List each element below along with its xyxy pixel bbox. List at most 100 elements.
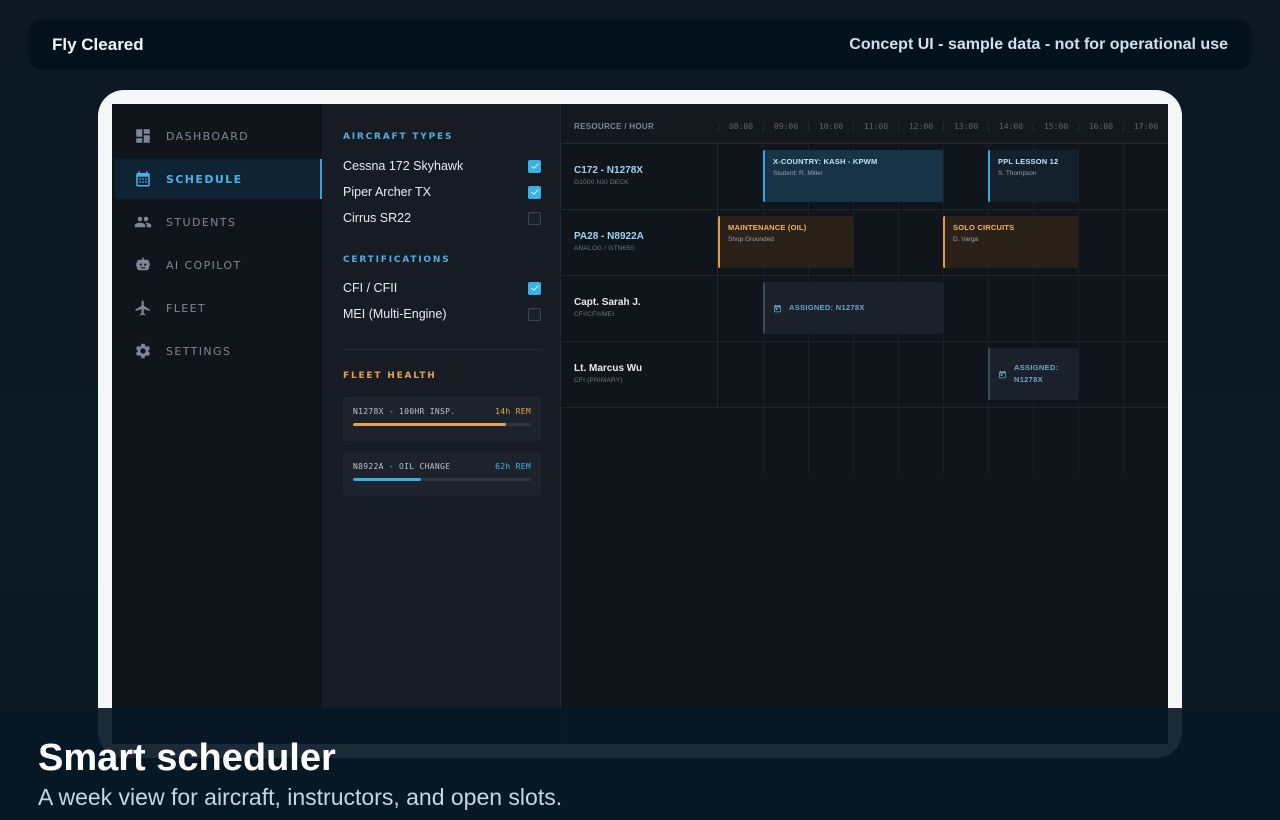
schedule-event[interactable]: PPL LESSON 12 S. Thompson bbox=[988, 150, 1078, 202]
hour-label: 13:00 bbox=[943, 122, 988, 132]
hour-label: 12:00 bbox=[898, 122, 943, 132]
certifications-heading: CERTIFICATIONS bbox=[343, 255, 451, 265]
filter-label: MEI (Multi-Engine) bbox=[343, 307, 447, 321]
health-progress-fill bbox=[353, 478, 421, 481]
event-detail: S. Thompson bbox=[998, 170, 1037, 177]
sidebar-item-schedule[interactable]: SCHEDULE bbox=[115, 159, 322, 199]
checkbox-unchecked[interactable] bbox=[528, 211, 541, 225]
schedule-row: PA28 - N8922A ANALOG / GTN650 MAINTENANC… bbox=[562, 210, 1168, 276]
sidebar-item-label: SCHEDULE bbox=[166, 172, 243, 186]
health-remaining: 14h REM bbox=[495, 407, 531, 416]
checkbox-checked[interactable] bbox=[528, 185, 541, 199]
event-detail: Shop Grounded bbox=[728, 236, 774, 243]
resource-divider bbox=[717, 144, 718, 209]
resource-hour-label: RESOURCE / HOUR bbox=[574, 122, 655, 131]
sidebar-item-label: DASHBOARD bbox=[166, 129, 250, 143]
resource-name: Capt. Sarah J. bbox=[574, 297, 641, 308]
gear-icon bbox=[135, 343, 151, 359]
sidebar-item-fleet[interactable]: FLEET bbox=[115, 288, 322, 328]
resource-divider bbox=[717, 276, 718, 341]
resource-detail: CFI (PRIMARY) bbox=[574, 377, 623, 384]
fleet-health-heading: FLEET HEALTH bbox=[343, 371, 437, 381]
sidebar-item-label: STUDENTS bbox=[166, 215, 237, 229]
event-detail: D. Varga bbox=[953, 236, 979, 243]
filter-cirrus-sr22[interactable]: Cirrus SR22 bbox=[343, 208, 541, 228]
filter-cessna-172[interactable]: Cessna 172 Skyhawk bbox=[343, 156, 541, 176]
schedule-grid: RESOURCE / HOUR 08:00 09:00 10:00 11:00 … bbox=[562, 104, 1168, 744]
health-progress-bar bbox=[353, 423, 531, 426]
hour-label: 11:00 bbox=[853, 122, 898, 132]
resource-detail: G1000 NXI DECK bbox=[574, 179, 629, 186]
check-icon bbox=[530, 189, 539, 195]
disclaimer-text: Concept UI - sample data - not for opera… bbox=[849, 36, 1228, 53]
filter-cfi-cfii[interactable]: CFI / CFII bbox=[343, 278, 541, 298]
hour-label: 17:00 bbox=[1123, 122, 1168, 132]
filter-piper-archer[interactable]: Piper Archer TX bbox=[343, 182, 541, 202]
resource-divider bbox=[717, 342, 718, 407]
hour-label: 14:00 bbox=[988, 122, 1033, 132]
event-title: ASSIGNED: N1278X bbox=[789, 303, 865, 312]
schedule-event[interactable]: X-COUNTRY: KASH - KPWM Student: R. Mille… bbox=[763, 150, 943, 202]
calendar-icon bbox=[774, 304, 781, 312]
assignment-event[interactable]: ASSIGNED: N1278X bbox=[763, 282, 943, 334]
schedule-row: Capt. Sarah J. CFI/CFII/MEI ASSIGNED: N1… bbox=[562, 276, 1168, 342]
filter-label: Cessna 172 Skyhawk bbox=[343, 159, 464, 173]
filter-mei[interactable]: MEI (Multi-Engine) bbox=[343, 304, 541, 324]
resource-label[interactable]: Capt. Sarah J. CFI/CFII/MEI bbox=[574, 297, 641, 318]
filter-label: Cirrus SR22 bbox=[343, 211, 412, 225]
hour-label: 09:00 bbox=[763, 122, 808, 132]
resource-name: C172 - N1278X bbox=[574, 165, 643, 176]
resource-label[interactable]: Lt. Marcus Wu CFI (PRIMARY) bbox=[574, 363, 642, 384]
health-remaining: 62h REM bbox=[495, 462, 531, 471]
checkbox-checked[interactable] bbox=[528, 159, 541, 173]
calendar-icon bbox=[136, 171, 150, 187]
sidebar-item-label: AI COPILOT bbox=[166, 258, 242, 272]
feature-subhead: A week view for aircraft, instructors, a… bbox=[38, 784, 563, 810]
health-item-label: N8922A - OIL CHANGE bbox=[353, 462, 451, 471]
aircraft-types-heading: AIRCRAFT TYPES bbox=[343, 132, 454, 142]
assignment-event[interactable]: ASSIGNED: N1278X bbox=[988, 348, 1078, 400]
people-icon bbox=[134, 216, 152, 228]
brand-name: Fly Cleared bbox=[52, 35, 144, 54]
checkbox-checked[interactable] bbox=[528, 281, 541, 295]
schedule-event[interactable]: MAINTENANCE (OIL) Shop Grounded bbox=[718, 216, 853, 268]
health-progress-bar bbox=[353, 478, 531, 481]
event-title: X-COUNTRY: KASH - KPWM bbox=[773, 157, 878, 166]
checkbox-unchecked[interactable] bbox=[528, 307, 541, 321]
sidebar-item-dashboard[interactable]: DASHBOARD bbox=[115, 116, 322, 156]
schedule-header: RESOURCE / HOUR 08:00 09:00 10:00 11:00 … bbox=[562, 104, 1168, 144]
filter-label: CFI / CFII bbox=[343, 281, 398, 295]
scheduler-app: DASHBOARD SCHEDULE STUDENTS AI COPILOT F… bbox=[112, 104, 1168, 744]
filter-label: Piper Archer TX bbox=[343, 185, 432, 199]
check-icon bbox=[530, 285, 539, 291]
event-detail: Student: R. Miller bbox=[773, 170, 823, 177]
sidebar-item-ai-copilot[interactable]: AI COPILOT bbox=[115, 245, 322, 285]
resource-label[interactable]: PA28 - N8922A ANALOG / GTN650 bbox=[574, 231, 644, 252]
resource-detail: ANALOG / GTN650 bbox=[574, 245, 635, 252]
sidebar-item-label: SETTINGS bbox=[166, 344, 232, 358]
event-title: SOLO CIRCUITS bbox=[953, 223, 1015, 232]
sidebar-item-students[interactable]: STUDENTS bbox=[115, 202, 322, 242]
dashboard-icon bbox=[136, 129, 150, 143]
resource-label[interactable]: C172 - N1278X G1000 NXI DECK bbox=[574, 165, 643, 186]
resource-name: PA28 - N8922A bbox=[574, 231, 644, 242]
fleet-health-card[interactable]: N1278X - 100HR INSP. 14h REM bbox=[343, 397, 541, 441]
hour-label: 16:00 bbox=[1078, 122, 1123, 132]
calendar-icon bbox=[999, 370, 1006, 378]
event-title: PPL LESSON 12 bbox=[998, 157, 1059, 166]
hour-label: 15:00 bbox=[1033, 122, 1078, 132]
schedule-row: Lt. Marcus Wu CFI (PRIMARY) ASSIGNED: N1… bbox=[562, 342, 1168, 408]
filter-panel: AIRCRAFT TYPES Cessna 172 Skyhawk Piper … bbox=[322, 104, 561, 744]
resource-detail: CFI/CFII/MEI bbox=[574, 311, 615, 318]
check-icon bbox=[530, 163, 539, 169]
schedule-row: C172 - N1278X G1000 NXI DECK X-COUNTRY: … bbox=[562, 144, 1168, 210]
health-progress-fill bbox=[353, 423, 507, 426]
hour-label: 08:00 bbox=[718, 122, 763, 132]
sidebar-item-settings[interactable]: SETTINGS bbox=[115, 331, 322, 371]
airplane-icon bbox=[135, 300, 150, 316]
feature-headline: Smart scheduler bbox=[38, 737, 336, 779]
event-title: ASSIGNED: N1278X bbox=[1014, 363, 1059, 384]
health-item-label: N1278X - 100HR INSP. bbox=[353, 407, 456, 416]
schedule-event[interactable]: SOLO CIRCUITS D. Varga bbox=[943, 216, 1078, 268]
fleet-health-card[interactable]: N8922A - OIL CHANGE 62h REM bbox=[343, 452, 541, 496]
